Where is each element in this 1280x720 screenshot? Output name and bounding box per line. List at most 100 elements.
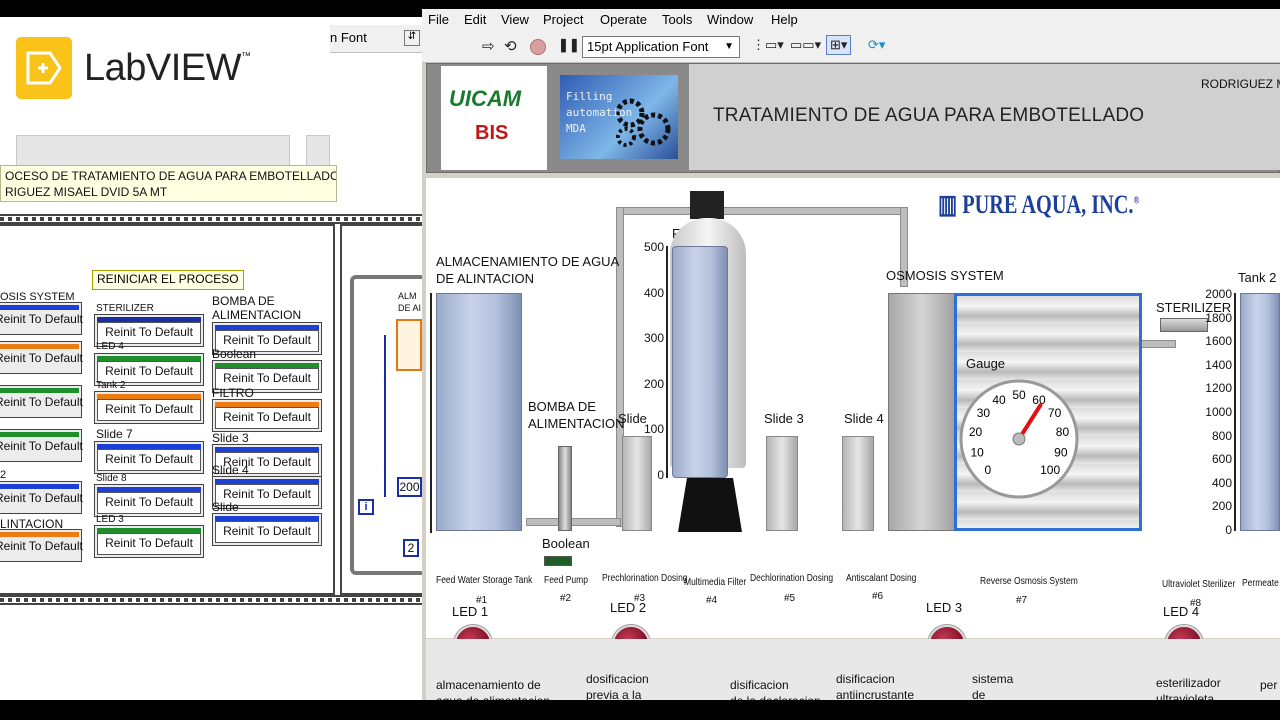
abort-icon[interactable] [530,39,546,55]
reinit-node-5[interactable]: Reinit To Default [0,481,83,514]
slide3-label: Slide 3 [764,411,804,426]
pause-icon[interactable]: ❚❚ [558,37,580,57]
reinit-button[interactable]: Reinit To Default [0,437,83,459]
reinit-button[interactable]: Reinit To Default [0,489,83,511]
permeate-water-tank[interactable] [1240,293,1280,531]
menu-operate[interactable]: Operate [600,12,647,27]
reinit-node-15[interactable]: Reinit To Default [212,399,322,432]
bd-align-icon[interactable]: ⇵ [404,30,420,46]
multimedia-filter-tank[interactable] [672,246,728,478]
reinit-node-6[interactable]: Reinit To Default [0,529,83,562]
menu-view[interactable]: View [501,12,529,27]
caption-storage: Feed Water Storage Tank [436,575,533,586]
storage-label: ALMACENAMIENTO DE AGUA DE ALINTACION [436,254,620,286]
reinit-node-12[interactable]: Reinit To Default [94,525,204,558]
caption-num: #5 [784,593,796,604]
reinit-button[interactable]: Reinit To Default [215,407,319,429]
menu-window[interactable]: Window [707,12,753,27]
filter-tick: 400 [643,286,664,300]
reinit-button[interactable]: Reinit To Default [0,393,83,415]
wire [384,335,386,497]
loop-node-label: ALM DE AI [398,291,422,313]
align-objects-icon[interactable]: ⋮▭▾ [752,37,784,57]
reorder-icon[interactable]: ⟳▾ [868,37,885,57]
bd-label-slide4: Slide 4 [212,463,249,477]
menu-file[interactable]: File [428,12,449,27]
bd-toolbar: n Font ⇵ [330,25,422,53]
resize-objects-icon[interactable]: ⊞▾ [826,35,852,55]
tank2-tick: 2000 [1205,287,1232,301]
filter-tick: 500 [643,240,664,254]
reinit-node-4[interactable]: Reinit To Default [0,429,83,462]
reinit-node-9[interactable]: Reinit To Default [94,391,204,424]
tank2-tick: 400 [1211,475,1232,490]
bd-label-bomba: BOMBA DE ALIMENTACION [212,294,302,322]
led2-label: LED 2 [610,600,647,615]
reset-label: REINICIAR EL PROCESO [92,270,244,290]
dechlorination-dosing-tank[interactable] [766,436,798,531]
loop-iteration-terminal: i [358,499,374,515]
caption-sterilizer: Ultraviolet Sterilizer [1162,579,1236,590]
reinit-button[interactable]: Reinit To Default [0,310,83,332]
reinit-node-1[interactable]: Reinit To Default [0,302,83,335]
tank2-tick: 1000 [1205,405,1232,419]
tank2-tick: 1200 [1205,381,1232,396]
reinit-node-2[interactable]: Reinit To Default [0,341,83,374]
caption-filter: Multimedia Filter [684,577,747,588]
author-label: RODRIGUEZ M [1201,77,1280,91]
page-title: TRATAMIENTO DE AGUA PARA EMBOTELLADO [713,105,1145,126]
prechlorination-dosing-tank[interactable] [622,436,652,531]
bd-label-led3: LED 3 [96,514,124,525]
bd-label-slide3: Slide 3 [212,431,249,445]
reinit-button[interactable]: Reinit To Default [0,537,83,559]
reinit-button[interactable]: Reinit To Default [97,449,201,471]
reinit-node-18[interactable]: Reinit To Default [212,513,322,546]
gauge-tick-label: 70 [1048,406,1062,420]
antiscalant-dosing-tank[interactable] [842,436,874,531]
reinit-node-10[interactable]: Reinit To Default [94,441,204,474]
caption-osmosis: Reverse Osmosis System [980,576,1078,587]
gauge-tick-label: 80 [1056,425,1070,439]
panel-header: UICAM BIS Filling automation MDA TRATAMI… [426,63,1280,173]
sequence-filmstrip-top [0,214,422,224]
caption-num: #7 [1016,595,1028,606]
toolbar: ⇨ ⟲ ❚❚ 15pt Application Font ▼ ⋮▭▾ ▭▭▾ ⊞▾… [422,31,1280,63]
reinit-button[interactable]: Reinit To Default [97,533,201,555]
menu-edit[interactable]: Edit [464,12,486,27]
menu-tools[interactable]: Tools [662,12,692,27]
caption-num: #6 [872,591,884,602]
boolean-led-button[interactable] [544,556,572,566]
run-continuously-icon[interactable]: ⟲ [504,37,517,57]
gauge-tick-label: 90 [1054,446,1068,460]
led3-label: LED 3 [926,600,963,615]
bd-label-sterilizer: STERILIZER [96,303,154,314]
labview-logo-icon [16,37,72,99]
feed-water-storage-tank[interactable] [436,293,522,531]
bottom-letterbox [0,700,1280,720]
constant-2[interactable]: 2 [403,539,419,557]
menu-project[interactable]: Project [543,12,583,27]
gauge-tick-label: 40 [992,393,1006,407]
bd-comment: OCESO DE TRATAMIENTO DE AGUA PARA EMBOTE… [0,165,337,202]
reinit-node-3[interactable]: Reinit To Default [0,385,83,418]
osmosis-label: OSMOSIS SYSTEM [886,268,1004,283]
reinit-button[interactable]: Reinit To Default [97,399,201,421]
constant-200[interactable]: 200 [397,477,422,497]
bd-label-2: 2 [0,469,7,481]
reinit-button[interactable]: Reinit To Default [97,492,201,514]
menu-help[interactable]: Help [771,12,798,27]
bd-font-selector[interactable]: n Font [330,30,367,45]
gauge-tick-label: 30 [977,406,991,420]
distribute-objects-icon[interactable]: ▭▭▾ [790,37,821,57]
reinit-button[interactable]: Reinit To Default [215,521,319,543]
bd-label-slide7: Slide 7 [96,427,133,441]
pump-label: BOMBA DE ALIMENTACION [528,399,625,431]
tank2-tick: 1800 [1205,310,1232,325]
pressure-gauge[interactable]: 0 10 20 30 40 50 60 70 80 90 100 [958,378,1080,500]
font-selector[interactable]: 15pt Application Font ▼ [582,36,740,58]
reinit-button[interactable]: Reinit To Default [0,349,83,371]
reinit-node-11[interactable]: Reinit To Default [94,484,204,517]
run-arrow-icon[interactable]: ⇨ [482,37,495,57]
pipe-bottom [526,518,621,526]
caption-dechlorination: Dechlorination Dosing [750,573,834,584]
